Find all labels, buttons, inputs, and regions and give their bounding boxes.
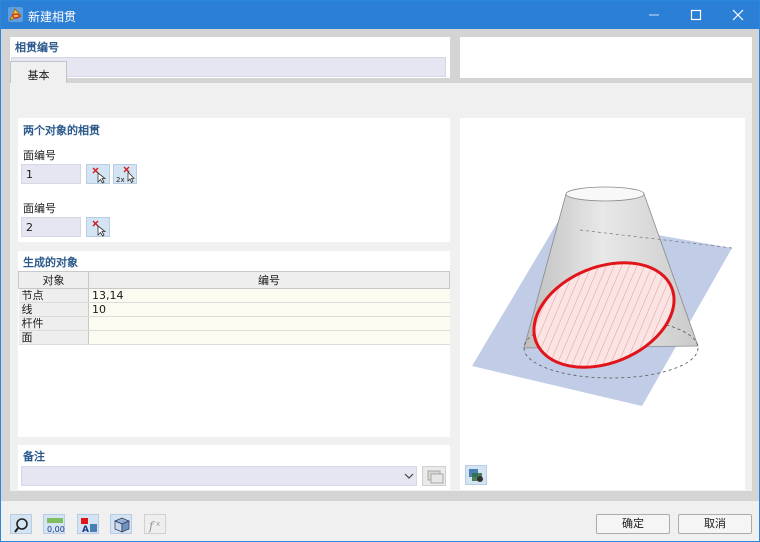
- surface2-field[interactable]: 2: [21, 217, 81, 237]
- cancel-button[interactable]: 取消: [678, 514, 752, 534]
- ok-button[interactable]: 确定: [596, 514, 670, 534]
- row-numbers: 10: [88, 302, 450, 317]
- row-object: 杆件: [18, 316, 89, 331]
- pick-surface2-button[interactable]: [86, 217, 110, 237]
- row-object: 节点: [18, 288, 89, 303]
- comment-field[interactable]: [21, 466, 417, 486]
- number-label: 相贯编号: [15, 41, 59, 54]
- units-button[interactable]: 0,00: [43, 514, 65, 534]
- tab-basic[interactable]: 基本: [10, 61, 67, 84]
- row-object: 线: [18, 302, 89, 317]
- search-help-button[interactable]: [10, 514, 32, 534]
- view-options-button[interactable]: [465, 465, 487, 485]
- maximize-icon: [690, 9, 702, 21]
- units-icon: 0,00: [47, 518, 65, 534]
- close-icon: [732, 9, 744, 21]
- minimize-button[interactable]: [633, 1, 675, 29]
- header-blank-panel: [460, 37, 752, 78]
- row-object: 面: [18, 330, 89, 345]
- surface2-label: 面编号: [23, 202, 56, 215]
- svg-text:x: x: [156, 520, 160, 528]
- pick-surface-icon: [92, 220, 107, 237]
- formula-icon: f x: [148, 519, 160, 533]
- generated-title: 生成的对象: [23, 256, 78, 269]
- preview-panel: [460, 118, 745, 490]
- table-header-row: 对象 编号: [18, 271, 450, 289]
- pick-surface1-button[interactable]: [86, 164, 110, 184]
- view-icon: [114, 517, 130, 533]
- window-title: 新建相贯: [28, 10, 77, 24]
- svg-text:A: A: [82, 525, 89, 534]
- surface1-label: 面编号: [23, 149, 56, 162]
- intersection-app-icon: [8, 7, 23, 22]
- number-field[interactable]: 2: [11, 57, 446, 77]
- title-bar: 新建相贯: [1, 1, 759, 29]
- row-numbers: [88, 330, 450, 345]
- view-options-icon: [469, 469, 483, 482]
- row-numbers: [88, 316, 450, 331]
- view-button[interactable]: [110, 514, 132, 534]
- column-header-number: 编号: [88, 271, 450, 289]
- comment-library-button[interactable]: [422, 466, 446, 486]
- preview-illustration: [472, 186, 733, 406]
- dialog-window: 新建相贯 相贯编号 2 基本 两个对象的相贯 面编号 1 2x: [0, 0, 760, 542]
- table-row[interactable]: 面: [18, 330, 450, 345]
- pick-surface-icon: [92, 167, 107, 184]
- close-button[interactable]: [717, 1, 759, 29]
- pick-two-surfaces-icon: 2x: [116, 166, 135, 184]
- formula-button[interactable]: f x: [144, 514, 166, 534]
- table-row[interactable]: 线 10: [18, 302, 450, 317]
- minimize-icon: [649, 14, 659, 16]
- column-header-object: 对象: [18, 271, 89, 289]
- generated-table: 对象 编号 节点 13,14 线 10 杆件 面: [18, 271, 450, 345]
- intersection-title: 两个对象的相贯: [23, 124, 100, 137]
- svg-text:2x: 2x: [116, 176, 125, 184]
- surface1-field[interactable]: 1: [21, 164, 81, 184]
- svg-text:f: f: [148, 519, 156, 533]
- display-properties-icon: A: [81, 518, 97, 534]
- comment-title: 备注: [23, 450, 45, 463]
- table-row[interactable]: 节点 13,14: [18, 288, 450, 303]
- display-properties-button[interactable]: A: [77, 514, 99, 534]
- row-numbers: 13,14: [88, 288, 450, 303]
- search-help-icon: [14, 518, 28, 533]
- maximize-button[interactable]: [675, 1, 717, 29]
- comment-library-icon: [427, 470, 444, 484]
- table-row[interactable]: 杆件: [18, 316, 450, 331]
- pick-two-surfaces-button[interactable]: 2x: [113, 164, 137, 184]
- svg-text:0,00: 0,00: [47, 525, 65, 534]
- chevron-down-icon[interactable]: [404, 472, 414, 480]
